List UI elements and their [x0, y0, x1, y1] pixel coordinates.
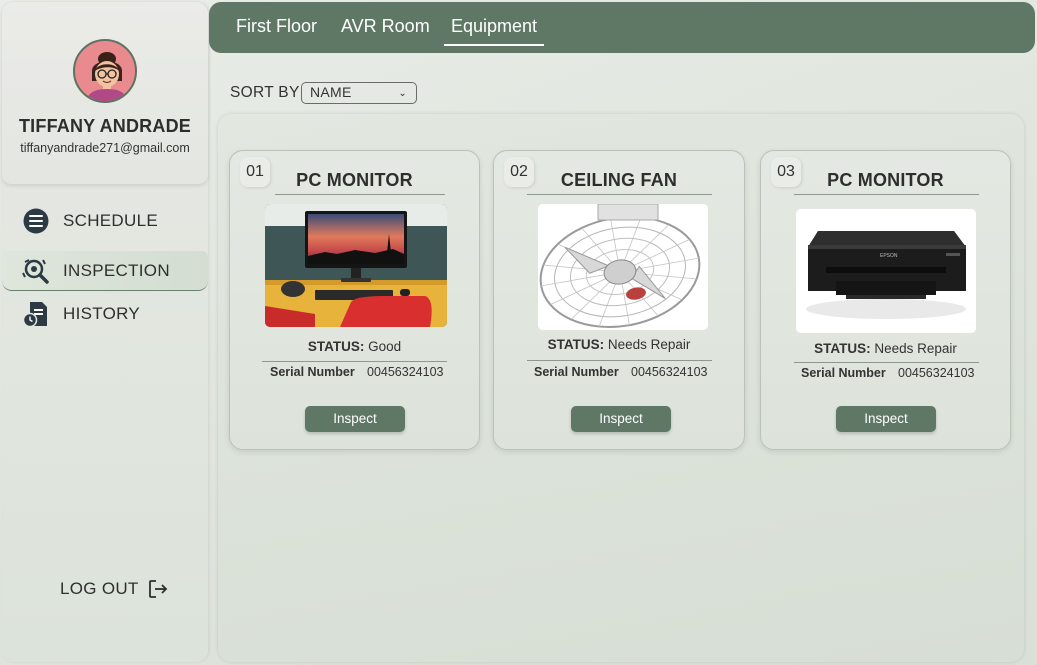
- sort-select[interactable]: NAME ⌄: [301, 82, 417, 104]
- avatar[interactable]: [73, 39, 137, 103]
- status-label: STATUS:: [814, 341, 871, 356]
- sort-selected-value: NAME: [310, 84, 352, 100]
- sidebar-item-history[interactable]: HISTORY: [2, 294, 208, 334]
- equipment-card: 03 PC MONITOR EPSON STATUS: Needs Repair…: [760, 150, 1011, 450]
- profile-card: TIFFANY ANDRADE tiffanyandrade271@gmail.…: [2, 2, 208, 184]
- sidebar-item-inspection[interactable]: INSPECTION: [2, 251, 208, 291]
- sidebar-item-schedule[interactable]: SCHEDULE: [2, 201, 208, 241]
- status-label: STATUS:: [307, 339, 365, 354]
- serial-label: Serial Number: [801, 366, 886, 380]
- status-value: Needs Repair: [874, 341, 957, 356]
- status-text: STATUS: Good: [230, 339, 479, 354]
- status-label: STATUS:: [547, 337, 605, 352]
- serial-label: Serial Number: [270, 365, 355, 379]
- divider: [794, 362, 979, 363]
- tab-first-floor[interactable]: First Floor: [236, 16, 317, 37]
- sidebar-item-label: SCHEDULE: [63, 211, 158, 230]
- equipment-card: 02 CEILING FAN STATUS: Needs Repair Seri…: [493, 150, 745, 450]
- user-email: tiffanyandrade271@gmail.com: [20, 141, 190, 155]
- tab-avr-room[interactable]: AVR Room: [341, 16, 430, 37]
- sort-label: SORT BY: [230, 84, 300, 101]
- sidebar-item-label: HISTORY: [63, 304, 141, 323]
- inspection-icon: [22, 257, 50, 285]
- inspect-button[interactable]: Inspect: [571, 406, 671, 432]
- svg-text:EPSON: EPSON: [880, 253, 898, 259]
- status-value: Good: [368, 339, 402, 354]
- divider: [527, 360, 712, 361]
- logout-button[interactable]: LOG OUT: [60, 578, 169, 600]
- ceiling-fan-image: [538, 204, 708, 330]
- inspect-button[interactable]: Inspect: [305, 406, 405, 432]
- divider: [794, 194, 979, 195]
- serial-value: 00456324103: [898, 366, 975, 380]
- divider: [275, 194, 445, 195]
- serial-value: 00456324103: [631, 365, 708, 379]
- sidebar: TIFFANY ANDRADE tiffanyandrade271@gmail.…: [2, 2, 208, 662]
- schedule-icon: [22, 207, 50, 235]
- status-text: STATUS: Needs Repair: [494, 337, 744, 352]
- serial-value: 00456324103: [367, 365, 444, 379]
- divider: [262, 361, 447, 362]
- printer-image: EPSON: [796, 209, 976, 333]
- pc-monitor-image: [265, 204, 447, 327]
- equipment-card: 01 PC MONITOR STATUS: Good Serial Number…: [229, 150, 480, 450]
- logout-icon: [148, 580, 167, 598]
- status-text: STATUS: Needs Repair: [761, 341, 1010, 356]
- inspect-button[interactable]: Inspect: [836, 406, 936, 432]
- serial-label: Serial Number: [534, 365, 619, 379]
- card-title: PC MONITOR: [296, 170, 413, 190]
- history-icon: [22, 300, 50, 328]
- logout-label: LOG OUT: [60, 579, 139, 598]
- divider: [527, 194, 712, 195]
- status-value: Needs Repair: [607, 337, 691, 352]
- chevron-down-icon: ⌄: [398, 88, 407, 99]
- sidebar-item-label: INSPECTION: [63, 261, 170, 280]
- card-title: CEILING FAN: [560, 170, 678, 190]
- user-name: TIFFANY ANDRADE: [18, 116, 191, 136]
- card-title: PC MONITOR: [827, 170, 944, 190]
- breadcrumb: First Floor AVR Room Equipment: [209, 2, 1035, 53]
- tab-equipment[interactable]: Equipment: [443, 16, 545, 46]
